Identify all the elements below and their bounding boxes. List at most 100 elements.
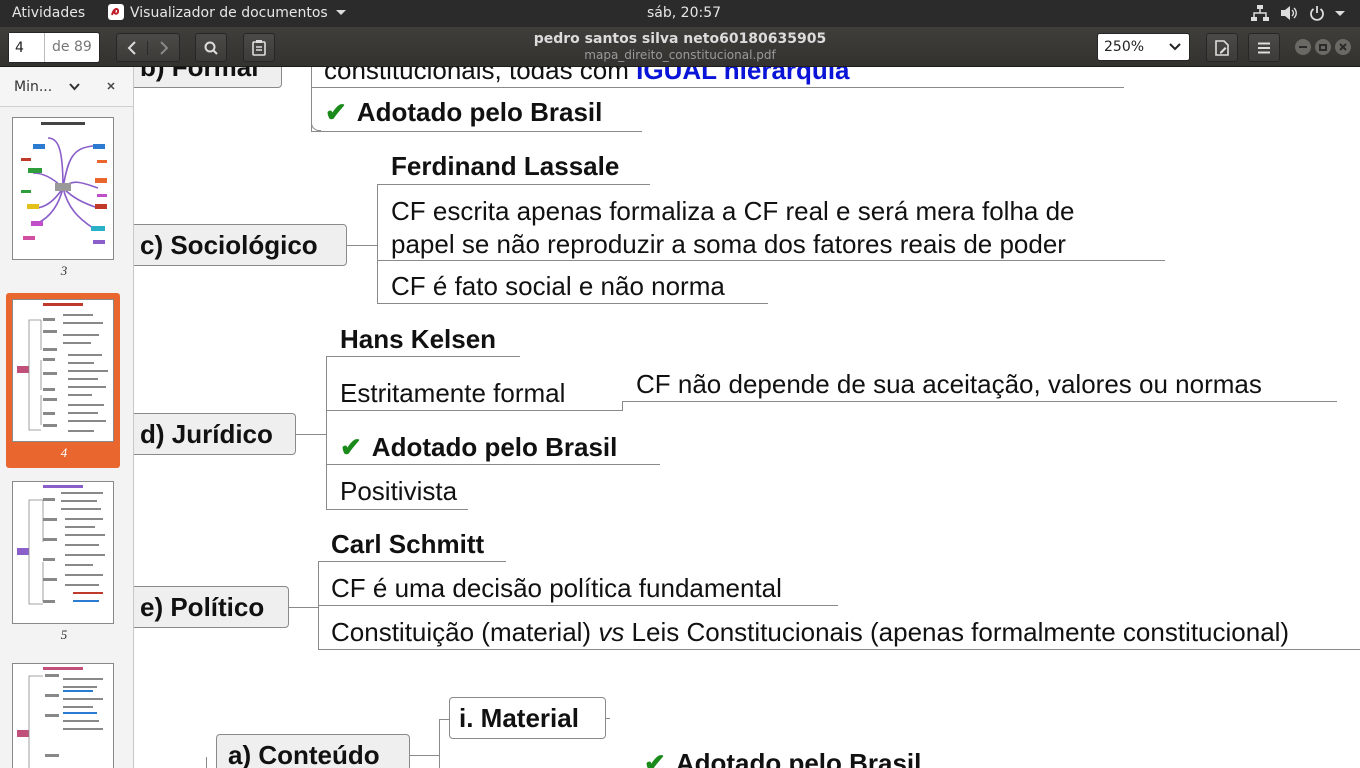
- check-icon: ✔: [644, 748, 666, 768]
- search-button[interactable]: [195, 33, 227, 62]
- connector: [410, 755, 439, 756]
- lassale-description: CF escrita apenas formaliza a CF real e …: [391, 195, 1075, 261]
- document-view[interactable]: b) Formal constitucionais, todas com IGU…: [134, 67, 1360, 768]
- lassale: Ferdinand Lassale: [391, 151, 620, 181]
- text: papel se não reproduzir a soma dos fator…: [391, 229, 1066, 259]
- window-maximize-icon[interactable]: [1315, 39, 1331, 55]
- connector: [439, 719, 440, 768]
- check-icon: ✔: [340, 432, 362, 462]
- window-subtitle: mapa_direito_constitucional.pdf: [584, 48, 776, 62]
- mindmap-node-conteudo: a) Conteúdo: [216, 734, 410, 768]
- clipboard-icon: [252, 39, 266, 56]
- volume-icon[interactable]: [1280, 5, 1298, 25]
- page-selector: de 89: [8, 32, 100, 63]
- node-label: i. Material: [459, 702, 579, 733]
- underline: [318, 561, 506, 562]
- schmitt: Carl Schmitt: [331, 529, 485, 559]
- sidebar-mode-select[interactable]: Min...: [14, 79, 52, 95]
- connector: [347, 245, 377, 246]
- sidebar-header: Min...: [0, 67, 133, 107]
- connector: [289, 607, 318, 608]
- page-total: de 89: [52, 39, 92, 55]
- text: vs: [598, 617, 625, 647]
- text: Constituição (material): [331, 617, 599, 647]
- thumbnail-label: 4: [60, 445, 68, 460]
- underline: [326, 509, 468, 510]
- node-label: e) Político: [140, 591, 265, 622]
- text: CF escrita apenas formaliza a CF real e …: [391, 196, 1075, 226]
- chevron-left-icon[interactable]: [117, 40, 149, 55]
- page-number-input[interactable]: [9, 33, 45, 62]
- estritamente-formal: Estritamente formal: [340, 378, 566, 408]
- zoom-value: 250%: [1104, 39, 1145, 55]
- positivista: Positivista: [340, 476, 458, 506]
- caret-down-icon[interactable]: [336, 10, 346, 15]
- underline: [318, 605, 838, 606]
- thumbnail-page-3[interactable]: [12, 117, 114, 260]
- underline: [377, 303, 768, 304]
- check-icon: ✔: [325, 97, 347, 127]
- connector: [622, 401, 623, 411]
- underline: [622, 401, 1337, 402]
- clock[interactable]: sáb, 20:57: [647, 5, 721, 21]
- evince-app-icon: [108, 4, 124, 20]
- hamburger-icon: [1258, 42, 1270, 53]
- mindmap-node-material: i. Material: [449, 697, 606, 739]
- mindmap-node-sociologico: c) Sociológico: [134, 224, 347, 266]
- text: Adotado pelo Brasil: [356, 97, 603, 127]
- app-menu[interactable]: Visualizador de documentos: [130, 5, 328, 21]
- thumbnail-page-5[interactable]: [12, 481, 114, 624]
- window-title: pedro santos silva neto60180635905: [533, 31, 827, 47]
- node-label: d) Jurídico: [140, 418, 273, 449]
- text: Adotado pelo Brasil: [371, 432, 618, 462]
- text: constitucionais, todas com: [324, 67, 637, 85]
- mindmap-node-juridico: d) Jurídico: [134, 413, 296, 455]
- emphasis-text: IGUAL hierarquia: [636, 67, 850, 85]
- system-menu-caret-icon[interactable]: [1335, 11, 1345, 16]
- thumbnail-label: 5: [60, 627, 68, 642]
- material-adopted: ✔ Adotado pelo Brasil: [644, 748, 921, 768]
- chevron-down-icon: [1169, 43, 1181, 51]
- window-minimize-icon[interactable]: [1295, 39, 1311, 55]
- zoom-select[interactable]: 250%: [1097, 33, 1190, 61]
- menu-button[interactable]: [1248, 33, 1280, 62]
- window-close-icon[interactable]: [1335, 39, 1351, 55]
- underline: [326, 464, 660, 465]
- power-icon[interactable]: [1309, 5, 1325, 25]
- text: Leis Constitucionais (apenas formalmente…: [624, 617, 1290, 647]
- schmitt-line: Constituição (material) vs Leis Constitu…: [331, 617, 1360, 648]
- annotate-icon: [1215, 39, 1229, 56]
- connector: [606, 718, 610, 719]
- page-nav-group: [116, 33, 180, 62]
- kelsen: Hans Kelsen: [340, 324, 497, 354]
- network-icon[interactable]: [1251, 5, 1269, 25]
- thumbnail-page-4[interactable]: [12, 299, 114, 442]
- underline: [311, 131, 642, 132]
- thumbnail-page-6[interactable]: [12, 663, 114, 768]
- connector: [377, 185, 378, 303]
- clipboard-button[interactable]: [243, 33, 275, 62]
- schmitt-description: CF é uma decisão política fundamental: [331, 573, 782, 603]
- lassale-fact: CF é fato social e não norma: [391, 271, 725, 301]
- juridico-adopted: ✔ Adotado pelo Brasil: [340, 432, 617, 463]
- close-icon[interactable]: [107, 82, 115, 90]
- thumbnail-sidebar: Min... 3 4 5: [0, 67, 134, 768]
- search-icon: [204, 41, 218, 55]
- connector: [311, 121, 321, 131]
- chevron-down-icon[interactable]: [69, 83, 80, 91]
- connector: [326, 356, 327, 510]
- underline: [318, 649, 1360, 650]
- header-bar: de 89 pedro santos silva neto60180635905…: [0, 27, 1360, 67]
- connector: [206, 757, 207, 768]
- node-label: b) Formal: [140, 67, 259, 82]
- connector: [318, 562, 319, 650]
- thumbnail-label: 3: [60, 263, 68, 278]
- window-title-block: pedro santos silva neto60180635905 mapa_…: [480, 31, 880, 62]
- activities-button[interactable]: Atividades: [12, 5, 85, 21]
- connector: [296, 434, 326, 435]
- chevron-right-icon[interactable]: [148, 40, 179, 55]
- annotate-button[interactable]: [1206, 33, 1238, 62]
- connector: [439, 719, 449, 720]
- mindmap-node-formal: b) Formal: [134, 67, 282, 88]
- underline: [326, 356, 520, 357]
